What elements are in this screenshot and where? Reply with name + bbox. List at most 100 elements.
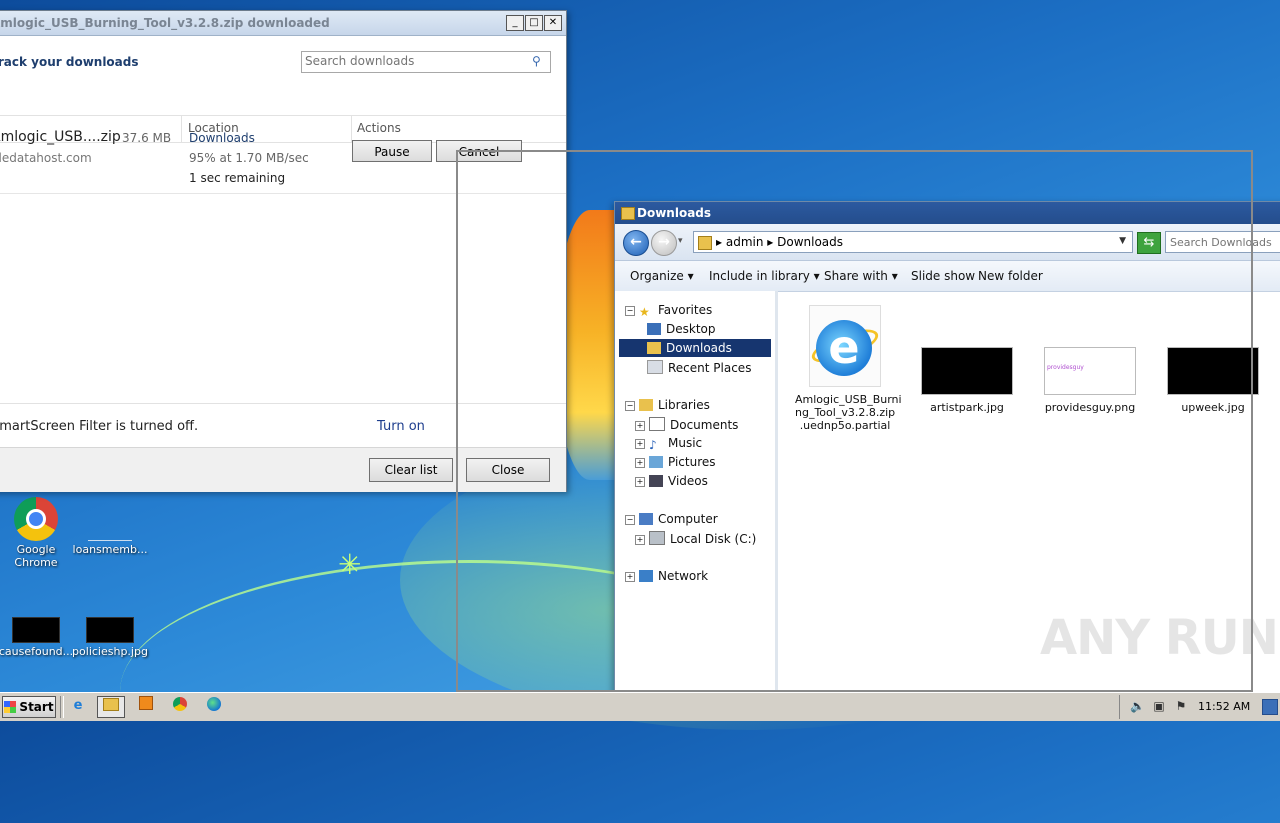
chrome-icon <box>14 497 58 541</box>
file-item[interactable]: providesguy providesguy.png <box>1040 347 1140 414</box>
nav-downloads[interactable]: Downloads <box>619 339 771 357</box>
nav-computer[interactable]: − Computer <box>625 512 718 526</box>
network-status-icon[interactable]: ▣ <box>1152 699 1166 713</box>
refresh-icon[interactable]: ⇆ <box>1137 232 1161 254</box>
image-file-icon <box>86 617 134 643</box>
desktop-icon-policieshp[interactable]: policieshp.jpg <box>70 617 150 658</box>
documents-icon <box>649 417 665 431</box>
taskbar-media-player-icon[interactable] <box>132 696 160 718</box>
videos-icon <box>649 475 663 487</box>
explorer-search-box[interactable] <box>1165 231 1280 253</box>
download-host: filedatahost.com <box>0 151 92 165</box>
desktop-icon-loansmemb[interactable]: loansmemb... <box>70 520 150 556</box>
search-box[interactable]: ⚲ <box>301 51 551 73</box>
explorer-title: Downloads <box>637 206 712 220</box>
search-icon[interactable]: ⚲ <box>532 54 546 68</box>
clear-list-button[interactable]: Clear list <box>369 458 453 482</box>
share-with-menu[interactable]: Share with ▾ <box>824 269 898 283</box>
computer-icon <box>639 513 653 525</box>
breadcrumb[interactable]: ▸ admin ▸ Downloads <box>716 235 843 249</box>
nav-recent-places[interactable]: Recent Places <box>647 360 751 375</box>
search-downloads-folder-input[interactable] <box>1166 232 1280 252</box>
nav-desktop[interactable]: Desktop <box>647 322 716 336</box>
nav-videos[interactable]: + Videos <box>635 474 708 488</box>
address-bar[interactable]: ▸ admin ▸ Downloads ▼ <box>693 231 1133 253</box>
explorer-command-bar: Organize ▾ Include in library ▾ Share wi… <box>615 261 1280 292</box>
download-progress-text: 95% at 1.70 MB/sec <box>189 151 309 165</box>
anyrun-watermark: ANY RUN <box>1040 610 1279 666</box>
maximize-button[interactable]: □ <box>525 15 543 31</box>
smartscreen-status: SmartScreen Filter is turned off. <box>0 419 199 434</box>
page-heading: Track your downloads <box>0 55 139 69</box>
taskbar-chrome-icon[interactable] <box>166 696 194 718</box>
nav-documents[interactable]: + Documents <box>635 417 738 432</box>
ie-icon: e <box>808 305 882 387</box>
download-location-link[interactable]: Downloads <box>189 131 255 145</box>
desktop-icon-causefound[interactable]: causefound... <box>0 617 76 658</box>
pause-button[interactable]: Pause <box>352 140 432 162</box>
file-item[interactable]: upweek.jpg <box>1163 347 1263 414</box>
image-thumbnail <box>1167 347 1259 395</box>
taskbar-explorer-icon[interactable] <box>97 696 125 718</box>
download-row[interactable]: Amlogic_USB....zip 37.6 MB filedatahost.… <box>0 127 566 194</box>
chevron-down-icon[interactable]: ▼ <box>1119 236 1126 246</box>
folder-icon <box>621 207 635 220</box>
organize-menu[interactable]: Organize ▾ <box>630 269 694 283</box>
taskbar: Start e 🔈 ▣ ⚑ 11:52 AM <box>0 692 1280 721</box>
close-window-button[interactable]: ✕ <box>544 15 562 31</box>
pictures-icon <box>649 456 663 468</box>
nav-local-disk[interactable]: + Local Disk (C:) <box>635 531 756 546</box>
show-desktop-icon[interactable] <box>1262 699 1278 715</box>
star-icon: ★ <box>639 305 650 319</box>
download-time-remaining: 1 sec remaining <box>189 171 286 185</box>
music-icon: ♪ <box>649 438 657 452</box>
include-in-library-menu[interactable]: Include in library ▾ <box>709 269 820 283</box>
search-downloads-input[interactable] <box>302 52 525 70</box>
image-thumbnail <box>921 347 1013 395</box>
nav-libraries[interactable]: − Libraries <box>625 398 710 412</box>
volume-icon[interactable]: 🔈 <box>1130 699 1145 713</box>
file-item[interactable]: e Amlogic_USB_Burni ng_Tool_v3.2.8.zip .ue… <box>795 305 902 432</box>
desktop-icon-label: causefound... <box>0 645 74 658</box>
start-button[interactable]: Start <box>2 696 56 718</box>
desktop-icon-label: Google Chrome <box>14 543 58 569</box>
recent-places-icon <box>647 360 663 374</box>
turn-on-link[interactable]: Turn on <box>377 419 425 434</box>
view-downloads-window: Amlogic_USB_Burning_Tool_v3.2.8.zip down… <box>0 10 567 492</box>
nav-pictures[interactable]: + Pictures <box>635 455 716 469</box>
download-size: 37.6 MB <box>122 131 172 145</box>
file-name: artistpark.jpg <box>930 401 1004 414</box>
cancel-button[interactable]: Cancel <box>436 140 522 162</box>
network-icon <box>639 570 653 582</box>
new-folder-button[interactable]: New folder <box>978 269 1043 283</box>
nav-network[interactable]: + Network <box>625 569 708 583</box>
hard-drive-icon <box>649 531 665 545</box>
desktop-icon <box>647 323 661 335</box>
window-footer: Clear list Close <box>0 447 566 492</box>
recent-pages-dropdown-icon[interactable]: ▾ <box>678 236 683 246</box>
taskbar-edge-icon[interactable] <box>200 696 228 718</box>
breadcrumb-admin[interactable]: admin <box>726 235 764 249</box>
downloads-folder-icon <box>647 342 661 354</box>
action-center-flag-icon[interactable]: ⚑ <box>1174 699 1188 713</box>
breadcrumb-downloads[interactable]: Downloads <box>777 235 843 249</box>
forward-arrow-icon[interactable]: → <box>651 230 677 256</box>
minimize-button[interactable]: _ <box>506 15 524 31</box>
explorer-titlebar[interactable]: Downloads <box>615 202 1280 224</box>
clock[interactable]: 11:52 AM <box>1198 700 1250 713</box>
back-arrow-icon[interactable]: ← <box>623 230 649 256</box>
close-button[interactable]: Close <box>466 458 550 482</box>
nav-music[interactable]: + ♪ Music <box>635 436 702 452</box>
nav-favorites[interactable]: − ★ Favorites <box>625 303 712 319</box>
taskbar-ie-icon[interactable]: e <box>64 696 92 718</box>
file-name: providesguy.png <box>1044 401 1136 414</box>
desktop-icon-label: loansmemb... <box>72 543 148 556</box>
slide-show-button[interactable]: Slide show <box>911 269 975 283</box>
window-titlebar[interactable]: Amlogic_USB_Burning_Tool_v3.2.8.zip down… <box>0 11 566 36</box>
file-item[interactable]: artistpark.jpg <box>917 347 1017 414</box>
image-file-icon <box>12 617 60 643</box>
file-name: upweek.jpg <box>1181 401 1245 414</box>
desktop-icon-chrome[interactable]: Google Chrome <box>0 497 76 569</box>
sparkle-graphic: ✳ <box>338 548 362 581</box>
download-filename[interactable]: Amlogic_USB....zip <box>0 129 121 145</box>
